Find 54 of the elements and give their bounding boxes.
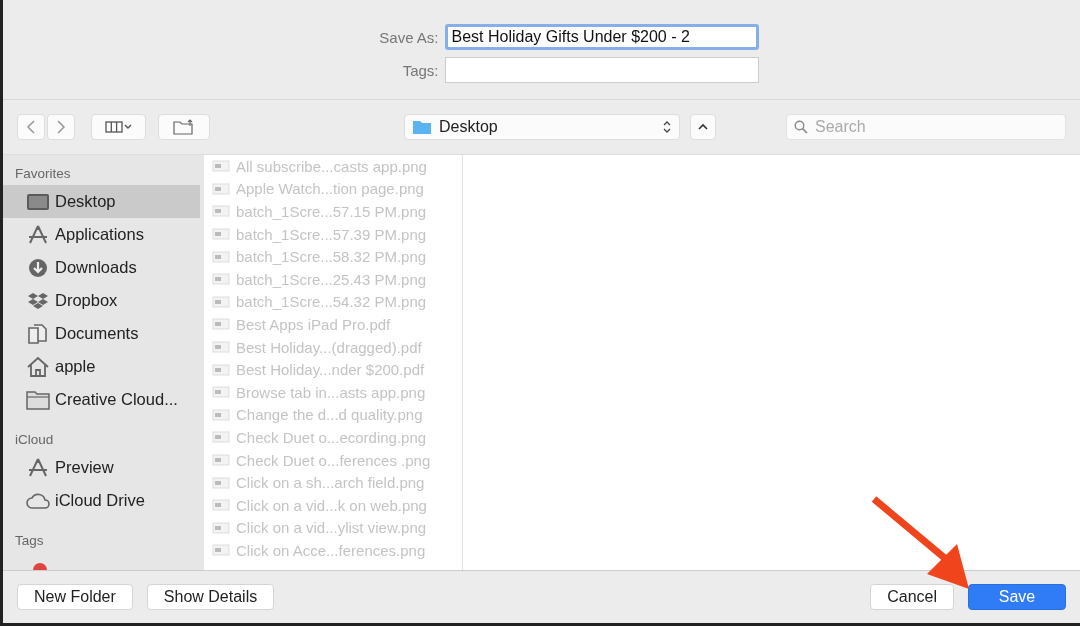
sidebar-item[interactable]: iCloud Drive: [3, 484, 200, 517]
file-thumbnail-icon: [212, 249, 230, 264]
folder-icon: [413, 120, 431, 134]
file-thumbnail-icon: [212, 498, 230, 513]
file-thumbnail-icon: [212, 385, 230, 400]
folder-icon: [25, 388, 51, 411]
sidebar-item[interactable]: Dropbox: [3, 284, 200, 317]
file-thumbnail-icon: [212, 159, 230, 174]
chevron-right-icon: [56, 119, 66, 135]
sidebar-item[interactable]: apple: [3, 350, 200, 383]
search-field[interactable]: Search: [786, 114, 1066, 140]
cancel-button[interactable]: Cancel: [870, 584, 954, 610]
new-folder-icon: [173, 119, 195, 135]
file-thumbnail-icon: [212, 430, 230, 445]
file-thumbnail-icon: [212, 407, 230, 422]
chevron-up-icon: [698, 123, 708, 131]
sidebar-item[interactable]: Documents: [3, 317, 200, 350]
save-as-field[interactable]: Best Holiday Gifts Under $200 - 2: [444, 24, 759, 50]
chevron-icon: [663, 120, 671, 134]
save-as-label: Save As:: [378, 28, 439, 46]
section-heading: iCloud: [14, 431, 55, 449]
file-thumbnail-icon: [212, 317, 230, 332]
tags-field[interactable]: [444, 57, 759, 83]
chevron-left-icon: [26, 119, 36, 135]
file-thumbnail-icon: [212, 453, 230, 467]
columns-icon: [104, 121, 133, 133]
tags-label: Tags:: [401, 61, 439, 79]
file-thumbnail-icon: [212, 362, 230, 377]
file-thumbnail-icon: [212, 204, 230, 219]
back-button[interactable]: [17, 114, 45, 140]
sidebar-item[interactable]: Applications: [3, 218, 200, 251]
dialog-button[interactable]: New Folder: [17, 584, 133, 610]
file-thumbnail-icon: [212, 227, 230, 242]
location-dropdown[interactable]: Desktop: [404, 114, 680, 140]
save-button[interactable]: Save: [968, 584, 1066, 610]
sidebar-item[interactable]: Creative Cloud...: [3, 383, 200, 416]
forward-button[interactable]: [47, 114, 75, 140]
file-thumbnail-icon: [212, 294, 230, 309]
file-thumbnail-icon: [212, 475, 230, 490]
section-heading: Favorites: [14, 165, 72, 183]
sidebar-item[interactable]: Desktop: [3, 185, 200, 218]
file-thumbnail-icon: [212, 520, 230, 535]
file-thumbnail-icon: [212, 272, 230, 287]
file-thumbnail-icon: [212, 543, 230, 558]
file-thumbnail-icon: [212, 181, 230, 196]
new-folder-button[interactable]: [158, 114, 210, 140]
file-thumbnail-icon: [212, 340, 230, 355]
view-mode-button[interactable]: [91, 114, 146, 140]
sidebar-item[interactable]: Preview: [3, 451, 200, 484]
house-icon: [25, 355, 51, 378]
expand-button[interactable]: [690, 114, 716, 140]
dialog-button[interactable]: Show Details: [146, 584, 275, 610]
section-heading: Tags: [14, 532, 45, 550]
sidebar-item[interactable]: Downloads: [3, 251, 200, 284]
